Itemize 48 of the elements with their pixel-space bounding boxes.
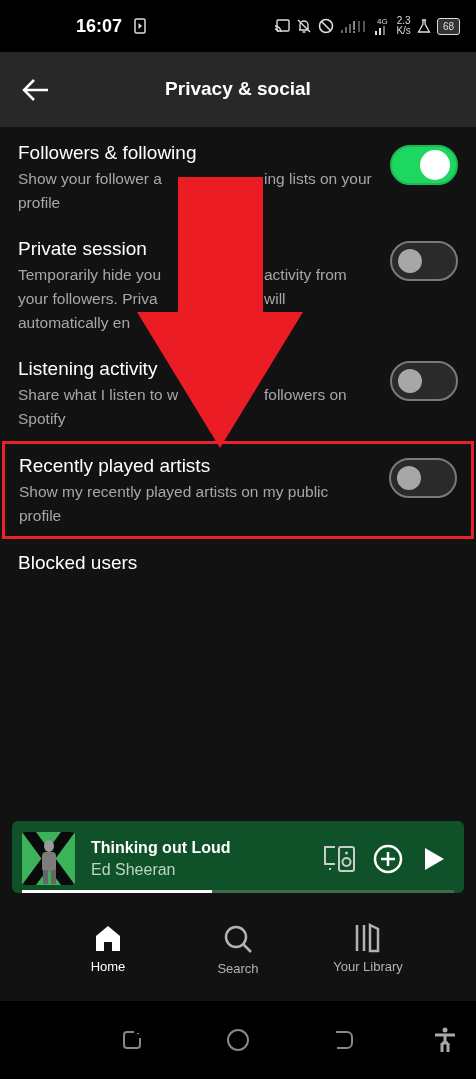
- devices-icon: [323, 843, 357, 874]
- setting-description: followers on: [264, 386, 347, 404]
- setting-description: Spotify: [18, 410, 66, 428]
- setting-title: Listening activity: [18, 357, 159, 381]
- add-icon: [372, 842, 404, 875]
- toggle-switch[interactable]: [389, 458, 457, 498]
- nav-tab[interactable]: Search: [193, 923, 283, 979]
- mini-player[interactable]: Thinking out Loud Ed Sheeran: [12, 821, 464, 893]
- setting-description: Share what I listen to w: [18, 386, 179, 404]
- setting-description: your followers. Priva: [18, 290, 158, 308]
- home-circle-icon: [226, 1028, 250, 1052]
- nav-tab[interactable]: Your Library: [323, 923, 413, 979]
- clock: 16:07: [76, 14, 123, 38]
- setting-description: activity from: [264, 266, 347, 284]
- accessibility-icon: [434, 1027, 456, 1053]
- speed-unit: K/s: [396, 26, 411, 36]
- cast-icon: [274, 19, 291, 33]
- play-icon: [422, 845, 446, 872]
- page-title: Privacy & social: [165, 77, 311, 102]
- nav-tab[interactable]: Home: [63, 923, 153, 979]
- bell-off-icon: [296, 18, 313, 34]
- setting-description: ing lists on your: [264, 170, 372, 188]
- setting-description: Temporarily hide you: [18, 266, 161, 284]
- search-icon: [222, 923, 254, 955]
- setting-title: Private session: [18, 237, 148, 261]
- blocked-icon: [318, 18, 335, 34]
- setting-description: will: [264, 290, 286, 308]
- network-type: 4G: [377, 17, 388, 26]
- setting-title: Blocked users: [18, 551, 139, 575]
- setting-description: profile: [19, 507, 62, 525]
- setting-title: Recently played artists: [19, 454, 212, 478]
- flask-icon: [416, 19, 431, 33]
- setting-description: Show my recently played artists on my public: [19, 483, 329, 501]
- back-arrow-icon: [22, 77, 50, 102]
- artist-name: Ed Sheeran: [91, 859, 177, 880]
- toggle-switch[interactable]: [390, 241, 458, 281]
- track-title: Thinking out Loud: [91, 837, 232, 858]
- setting-title: Followers & following: [18, 141, 198, 165]
- screen-record-icon: [134, 18, 147, 34]
- speed-value: 2.3: [396, 16, 411, 26]
- home-icon: [93, 923, 123, 953]
- battery-indicator: 68: [436, 17, 460, 35]
- recents-icon: [121, 1029, 144, 1051]
- setting-description: Show your follower a: [18, 170, 162, 188]
- setting-description: automatically en: [18, 314, 130, 332]
- setting-description: profile: [18, 194, 61, 212]
- toggle-switch[interactable]: [390, 361, 458, 401]
- toggle-switch[interactable]: [390, 145, 458, 185]
